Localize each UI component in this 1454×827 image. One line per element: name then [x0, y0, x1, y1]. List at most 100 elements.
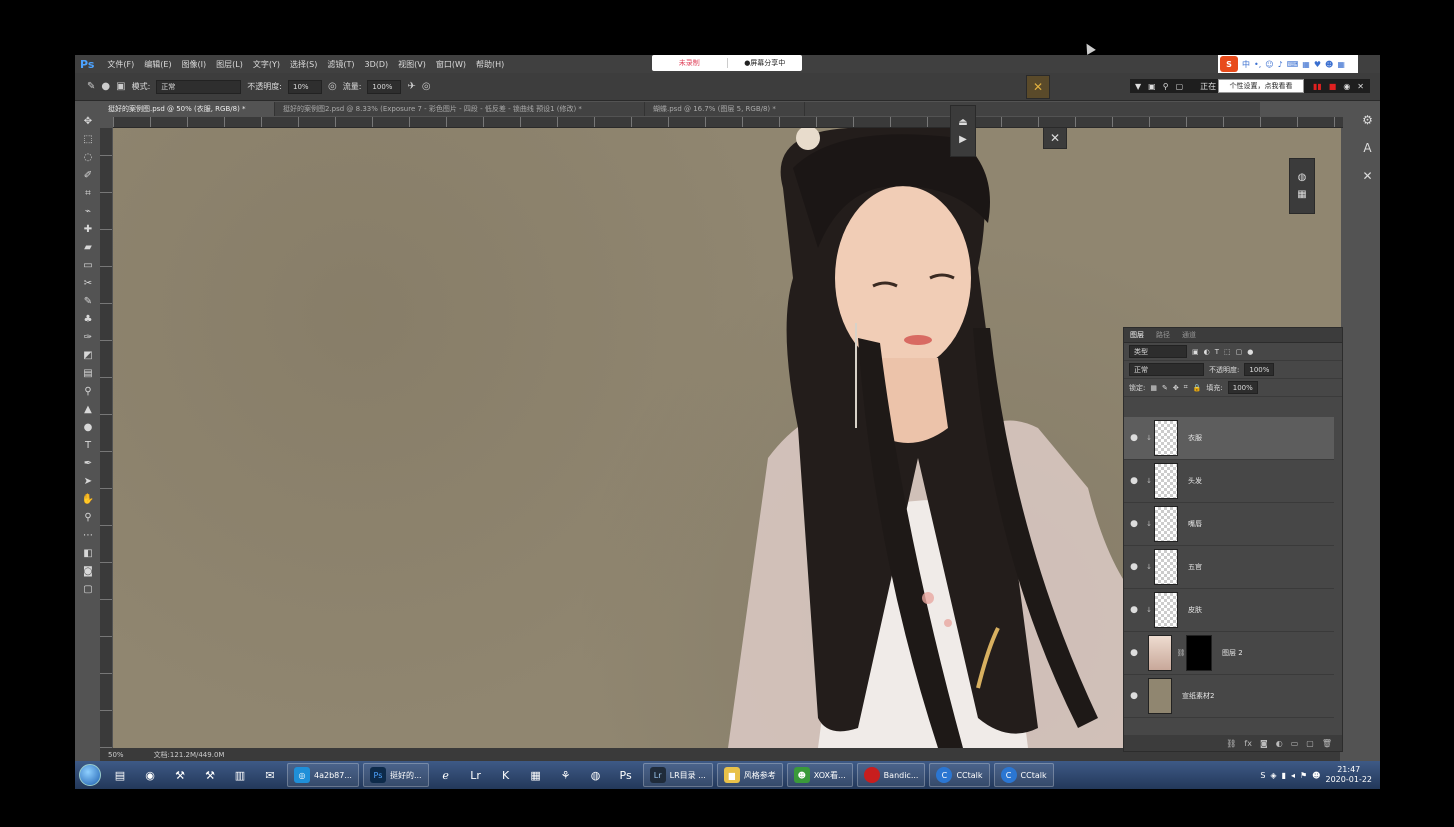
lock-all-icon[interactable]: 🔒 — [1193, 384, 1202, 392]
tab-document-1[interactable]: 挺好的案例图.psd @ 50% (衣服, RGB/8) * — [100, 102, 275, 116]
actions-icon[interactable]: ⏏ — [958, 117, 967, 128]
cross-tools-icon[interactable]: ✕ — [1050, 131, 1060, 145]
type-tool-icon[interactable]: T — [80, 439, 96, 453]
zoom-level[interactable]: 50% — [108, 751, 124, 759]
menu-select[interactable]: 选择(S) — [285, 59, 322, 70]
play-icon[interactable]: ▶ — [959, 134, 967, 145]
filter-smart-icon[interactable]: ▢ — [1236, 348, 1243, 356]
taskbar-button[interactable]: Lr LR目录 ... — [642, 763, 713, 787]
lightroom-icon[interactable]: Lr — [461, 762, 491, 788]
brush-tool-icon[interactable]: ✎ — [80, 295, 96, 309]
layer-name[interactable]: 头发 — [1188, 476, 1202, 486]
filter-shape-icon[interactable]: ⬚ — [1224, 348, 1231, 356]
horizontal-ruler[interactable] — [113, 117, 1343, 128]
layer-row[interactable]: ● ↓ 头发 — [1124, 460, 1334, 503]
menu-view[interactable]: 视图(V) — [393, 59, 431, 70]
filter-pixel-icon[interactable]: ▣ — [1192, 348, 1199, 356]
visibility-eye-icon[interactable]: ● — [1124, 648, 1144, 658]
menu-layer[interactable]: 图层(L) — [211, 59, 248, 70]
menu-type[interactable]: 文字(Y) — [248, 59, 285, 70]
layer-row[interactable]: ● ⛓ 图层 2 — [1124, 632, 1334, 675]
visibility-eye-icon[interactable]: ● — [1124, 562, 1144, 572]
opacity-field[interactable]: 10% — [287, 79, 322, 94]
character-icon[interactable]: A — [1363, 141, 1371, 155]
pressure-size-icon[interactable]: ◎ — [422, 81, 431, 92]
link-layers-icon[interactable]: ⛓ — [1226, 739, 1236, 748]
pen-tool-icon[interactable]: ✒ — [80, 457, 96, 471]
magnify-icon[interactable]: ⚲ — [1163, 82, 1169, 91]
color-swatches-icon[interactable]: ◧ — [80, 547, 96, 561]
taskbar-button[interactable]: Bandic... — [856, 763, 926, 787]
new-group-icon[interactable]: ▭ — [1291, 739, 1299, 748]
visibility-eye-icon[interactable]: ● — [1124, 476, 1144, 486]
visibility-eye-icon[interactable]: ● — [1124, 433, 1144, 443]
keyboard-icon[interactable]: ⌨ — [1287, 60, 1299, 69]
screen-icon[interactable]: ▢ — [1176, 82, 1184, 91]
menu-image[interactable]: 图像(I) — [177, 59, 212, 70]
layer-row[interactable]: ● 宣纸素材2 — [1124, 675, 1334, 718]
volume-tray-icon[interactable]: ◂ — [1291, 771, 1295, 780]
menu-file[interactable]: 文件(F) — [102, 59, 139, 70]
lock-transparent-icon[interactable]: ▦ — [1150, 384, 1157, 392]
tab-document-3[interactable]: 蝴蝶.psd @ 16.7% (图层 5, RGB/8) * — [645, 102, 805, 116]
brush-preset-icon[interactable]: ● — [101, 81, 110, 92]
burn-tool-icon[interactable]: ● — [80, 421, 96, 435]
stamp-tool-icon[interactable]: ♣ — [80, 313, 96, 327]
fx-icon[interactable]: fx — [1244, 739, 1252, 748]
screen-share-label[interactable]: ●屏幕分享中 — [728, 58, 803, 68]
blur-tool-icon[interactable]: ⚲ — [80, 385, 96, 399]
new-layer-icon[interactable]: ▢ — [1306, 739, 1314, 748]
eyedropper-tool-icon[interactable]: ⌁ — [80, 205, 96, 219]
layer-name[interactable]: 宣纸素材2 — [1182, 691, 1214, 701]
tab-paths[interactable]: 路径 — [1156, 330, 1170, 340]
sogou-tray-icon[interactable]: S — [1260, 771, 1265, 780]
taskbar-button[interactable]: ◎ 4a2b87... — [287, 763, 359, 787]
filter-toggle-icon[interactable]: ● — [1247, 348, 1253, 356]
flow-field[interactable]: 100% — [367, 79, 402, 94]
wechat-icon[interactable]: ✉ — [255, 762, 285, 788]
k-app-icon[interactable]: K — [491, 762, 521, 788]
shape-tool-icon[interactable]: ▭ — [80, 259, 96, 273]
lasso-tool-icon[interactable]: ◌ — [80, 151, 96, 165]
lock-pixels-icon[interactable]: ✎ — [1162, 384, 1168, 392]
layer-row[interactable]: ● ↓ 嘴唇 — [1124, 503, 1334, 546]
delete-layer-icon[interactable]: 🗑 — [1322, 739, 1332, 748]
history-brush-tool-icon[interactable]: ✑ — [80, 331, 96, 345]
ime-menu-icon[interactable]: ▦ — [1337, 60, 1345, 69]
menu-filter[interactable]: 滤镜(T) — [322, 59, 359, 70]
layer-blend-select[interactable]: 正常 — [1129, 363, 1204, 376]
toolbox-icon[interactable]: ▦ — [1302, 60, 1310, 69]
sogou-logo-icon[interactable]: S — [1220, 56, 1238, 72]
ie-browser-icon[interactable]: ◉ — [135, 762, 165, 788]
network-app-icon[interactable]: ⚘ — [551, 762, 581, 788]
visibility-eye-icon[interactable]: ● — [1124, 519, 1144, 529]
vertical-ruler[interactable] — [100, 128, 112, 748]
tab-document-2[interactable]: 挺好的案例图2.psd @ 8.33% (Exposure 7 - 彩色图片 -… — [275, 102, 645, 116]
skin-icon[interactable]: ♥ — [1314, 60, 1321, 69]
layer-name[interactable]: 图层 2 — [1222, 648, 1243, 658]
scissors-tool-icon[interactable]: ✂ — [80, 277, 96, 291]
close-icon[interactable]: ✕ — [1357, 82, 1370, 91]
qq-tray-icon[interactable]: ☻ — [1312, 771, 1320, 780]
camera-icon[interactable]: ◉ — [1343, 82, 1350, 91]
lock-position-icon[interactable]: ✥ — [1173, 384, 1179, 392]
window-icon[interactable]: ▣ — [1148, 82, 1156, 91]
healing-tool-icon[interactable]: ✚ — [80, 223, 96, 237]
not-recording-label[interactable]: 未录制 — [652, 58, 728, 68]
pause-icon[interactable]: ▮▮ — [1313, 82, 1322, 91]
emoji-icon[interactable]: ☺ — [1265, 60, 1273, 69]
network-tray-icon[interactable]: ▮ — [1282, 771, 1286, 780]
mask-link-icon[interactable]: ⛓ — [1176, 649, 1186, 657]
layer-row[interactable]: ● ↓ 皮肤 — [1124, 589, 1334, 632]
adjustment-layer-icon[interactable]: ◐ — [1276, 739, 1283, 748]
tab-channels[interactable]: 通道 — [1182, 330, 1196, 340]
layer-name[interactable]: 皮肤 — [1188, 605, 1202, 615]
layer-mask-thumbnail[interactable] — [1186, 635, 1212, 671]
notepad-icon[interactable]: ▤ — [105, 762, 135, 788]
punctuation-icon[interactable]: •, — [1254, 60, 1261, 69]
filter-type-icon[interactable]: T — [1215, 348, 1219, 356]
tool-hammer-icon[interactable]: ⚒ — [165, 762, 195, 788]
brush-panel-icon[interactable]: ▣ — [116, 81, 125, 92]
dropdown-icon[interactable]: ▼ — [1135, 82, 1141, 91]
add-mask-icon[interactable]: ◙ — [1260, 739, 1268, 748]
